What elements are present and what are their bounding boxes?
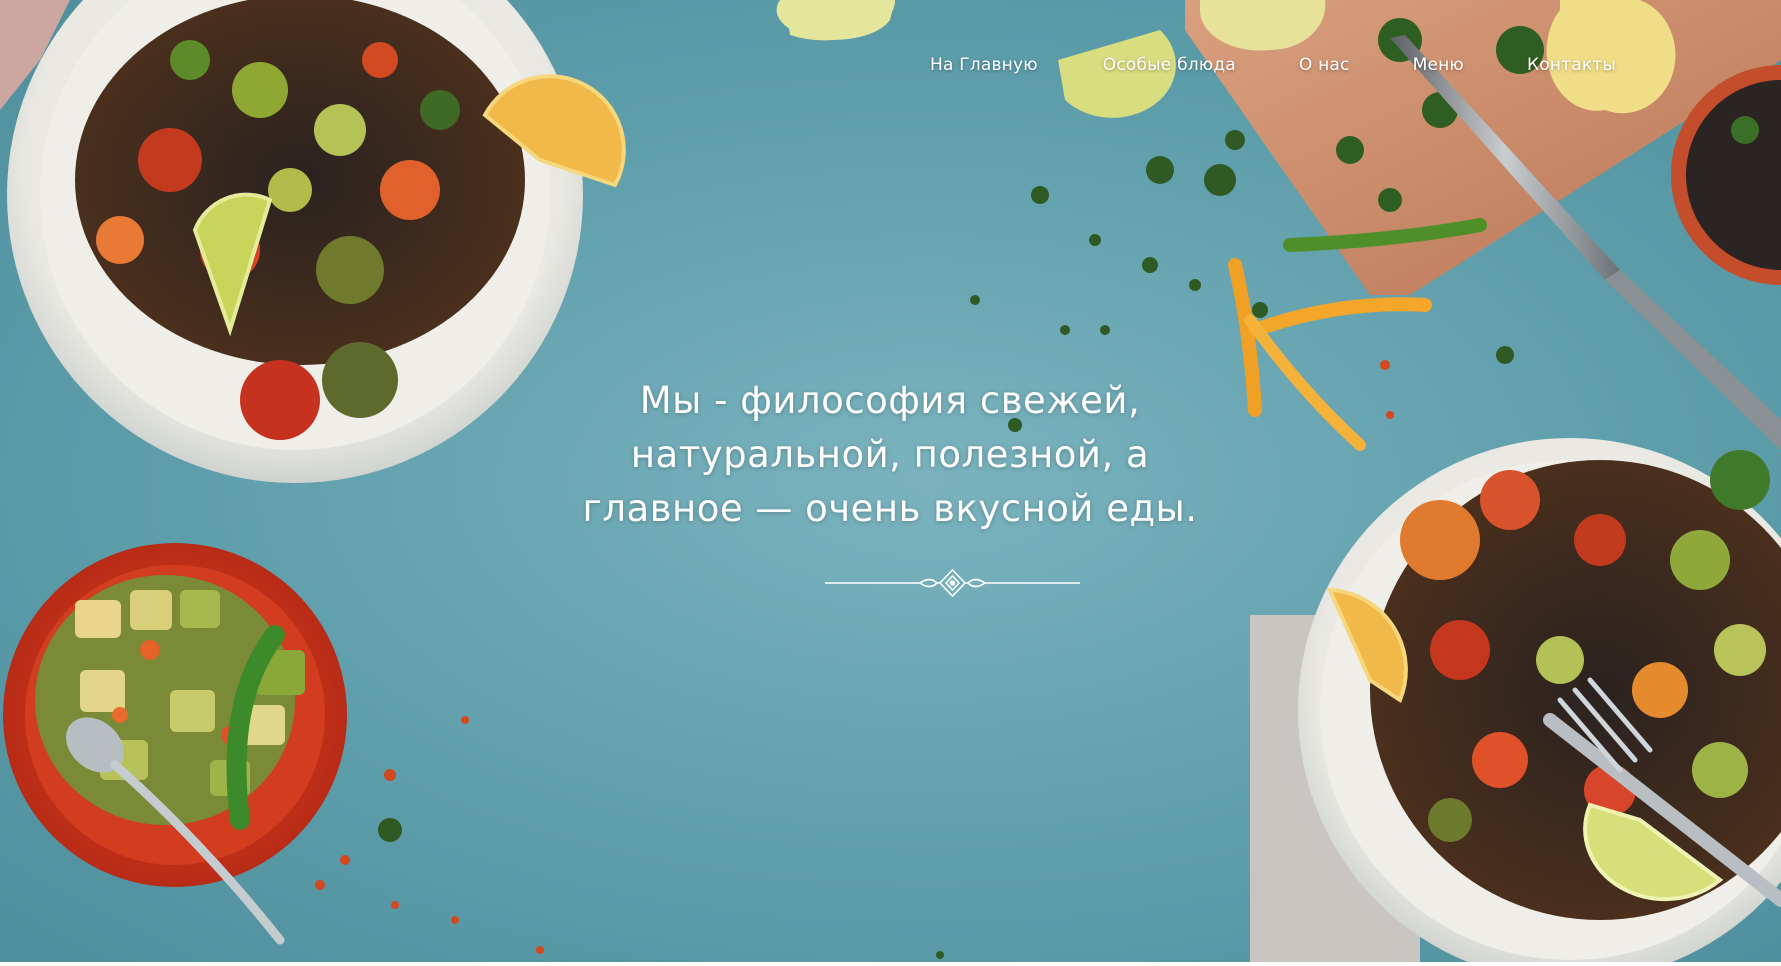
ornament-divider-icon — [825, 568, 1080, 598]
page-bottom-edge — [0, 962, 1781, 966]
hero-tagline: Мы - философия свежей, натуральной, поле… — [560, 374, 1220, 536]
hero-section: На Главную Особые блюда О нас Меню Конта… — [0, 0, 1781, 962]
nav-item-about[interactable]: О нас — [1299, 55, 1350, 75]
tagline-line-3: главное — очень вкусной еды. — [582, 487, 1198, 530]
tagline-line-1: Мы - философия свежей, — [639, 379, 1141, 422]
nav-item-contacts[interactable]: Контакты — [1527, 55, 1616, 75]
nav-item-home[interactable]: На Главную — [930, 55, 1038, 75]
tagline-line-2: натуральной, полезной, а — [630, 433, 1150, 476]
nav-item-special-dishes[interactable]: Особые блюда — [1103, 55, 1236, 75]
main-nav: На Главную Особые блюда О нас Меню Конта… — [930, 50, 1616, 80]
nav-item-menu[interactable]: Меню — [1413, 55, 1464, 75]
